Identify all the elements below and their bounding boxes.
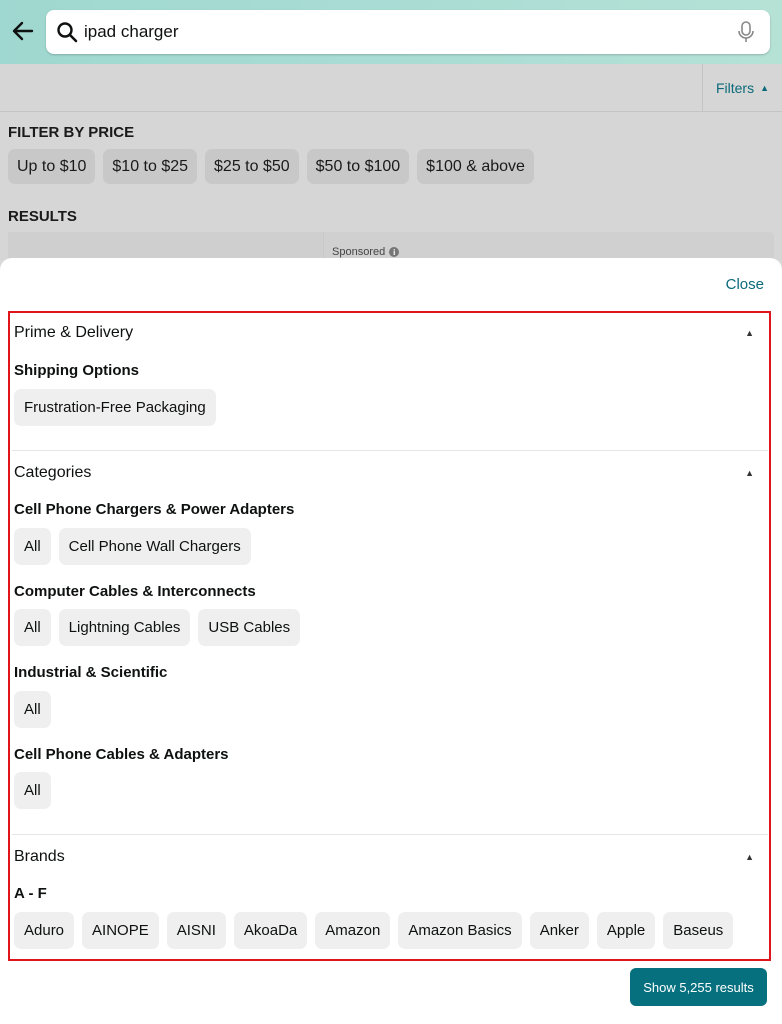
filter-chip[interactable]: USB Cables	[198, 609, 301, 646]
sponsored-label: Sponsored i	[332, 246, 400, 258]
search-input[interactable]: ipad charger	[46, 10, 770, 54]
category-group-heading: Industrial & Scientific	[14, 664, 168, 681]
brand-chip[interactable]: Anker	[529, 912, 589, 949]
category-group-heading: Computer Cables & Interconnects	[14, 583, 256, 600]
price-filter-row: Up to $10 $10 to $25 $25 to $50 $50 to $…	[8, 149, 534, 184]
chevron-up-icon: ▲	[760, 83, 770, 93]
price-chip[interactable]: $25 to $50	[205, 149, 299, 184]
brand-chip[interactable]: Aduro	[14, 912, 75, 949]
brand-chip[interactable]: Amazon	[315, 912, 391, 949]
section-categories[interactable]: Categories	[14, 464, 91, 482]
category-options-row: All	[14, 772, 51, 809]
price-chip[interactable]: $100 & above	[417, 149, 534, 184]
show-results-button[interactable]: Show 5,255 results	[630, 968, 767, 1006]
divider	[12, 834, 768, 835]
shipping-options-row: Frustration-Free Packaging	[14, 389, 216, 426]
category-group-heading: Cell Phone Chargers & Power Adapters	[14, 501, 295, 518]
price-chip[interactable]: Up to $10	[8, 149, 96, 184]
chevron-up-icon[interactable]: ▲	[745, 468, 754, 478]
filter-sheet: Close Prime & Delivery ▲ Shipping Option…	[0, 258, 782, 1024]
filters-bar: Filters ▲	[0, 64, 782, 112]
category-options-row: All	[14, 691, 51, 728]
chevron-up-icon[interactable]: ▲	[745, 852, 754, 862]
filters-label: Filters	[715, 80, 755, 96]
filter-chip[interactable]: All	[14, 772, 51, 809]
brand-chip[interactable]: Amazon Basics	[398, 912, 522, 949]
back-arrow-icon[interactable]	[10, 18, 36, 44]
close-button[interactable]: Close	[726, 276, 764, 293]
filter-chip[interactable]: Cell Phone Wall Chargers	[58, 528, 251, 565]
search-icon	[57, 22, 78, 43]
price-chip[interactable]: $10 to $25	[103, 149, 198, 184]
results-heading: RESULTS	[8, 208, 77, 225]
brand-chip[interactable]: AISNI	[166, 912, 226, 949]
chevron-up-icon[interactable]: ▲	[745, 328, 754, 338]
category-group-heading: Cell Phone Cables & Adapters	[14, 746, 229, 763]
top-search-bar: ipad charger	[0, 0, 782, 64]
filter-chip[interactable]: All	[14, 528, 51, 565]
microphone-icon[interactable]	[736, 21, 756, 43]
brand-options-row: Aduro AINOPE AISNI AkoaDa Amazon Amazon …	[14, 912, 734, 949]
section-prime-delivery[interactable]: Prime & Delivery	[14, 324, 133, 342]
brands-range-heading: A - F	[14, 885, 47, 902]
category-options-row: All Lightning Cables USB Cables	[14, 609, 301, 646]
divider	[12, 450, 768, 451]
filter-chip[interactable]: All	[14, 691, 51, 728]
price-chip[interactable]: $50 to $100	[306, 149, 410, 184]
filters-button[interactable]: Filters ▲	[702, 64, 782, 112]
filter-chip[interactable]: All	[14, 609, 51, 646]
brand-chip[interactable]: AINOPE	[82, 912, 159, 949]
shipping-options-heading: Shipping Options	[14, 362, 139, 379]
info-icon[interactable]: i	[389, 247, 400, 257]
section-brands[interactable]: Brands	[14, 848, 65, 866]
brand-chip[interactable]: Baseus	[663, 912, 734, 949]
filter-chip[interactable]: Frustration-Free Packaging	[14, 389, 216, 426]
brand-chip[interactable]: Apple	[596, 912, 656, 949]
filter-by-price-heading: FILTER BY PRICE	[8, 124, 135, 141]
category-options-row: All Cell Phone Wall Chargers	[14, 528, 251, 565]
search-query: ipad charger	[84, 22, 179, 41]
sponsored-text: Sponsored	[332, 246, 386, 258]
brand-chip[interactable]: AkoaDa	[233, 912, 308, 949]
filter-chip[interactable]: Lightning Cables	[58, 609, 191, 646]
